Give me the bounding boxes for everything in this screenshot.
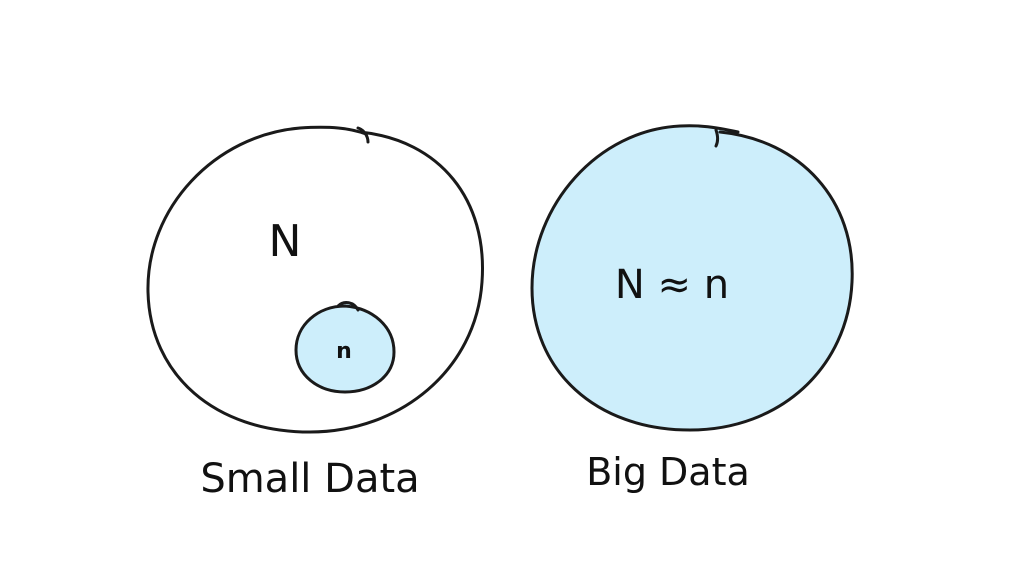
big-data-group: N ≈ n Big Data xyxy=(530,124,854,494)
sample-label: n xyxy=(336,339,352,364)
caption-big-data: Big Data xyxy=(586,450,750,494)
population-label-small: N xyxy=(269,216,302,267)
diagram-canvas: N n Small Data N ≈ n Big Data xyxy=(0,0,1024,576)
diagram-svg: N n Small Data N ≈ n Big Data xyxy=(146,124,854,502)
population-circle-small xyxy=(146,125,484,434)
population-label-big: N ≈ n xyxy=(615,262,729,308)
small-data-group: N n Small Data xyxy=(146,125,484,502)
caption-small-data: Small Data xyxy=(200,456,419,502)
